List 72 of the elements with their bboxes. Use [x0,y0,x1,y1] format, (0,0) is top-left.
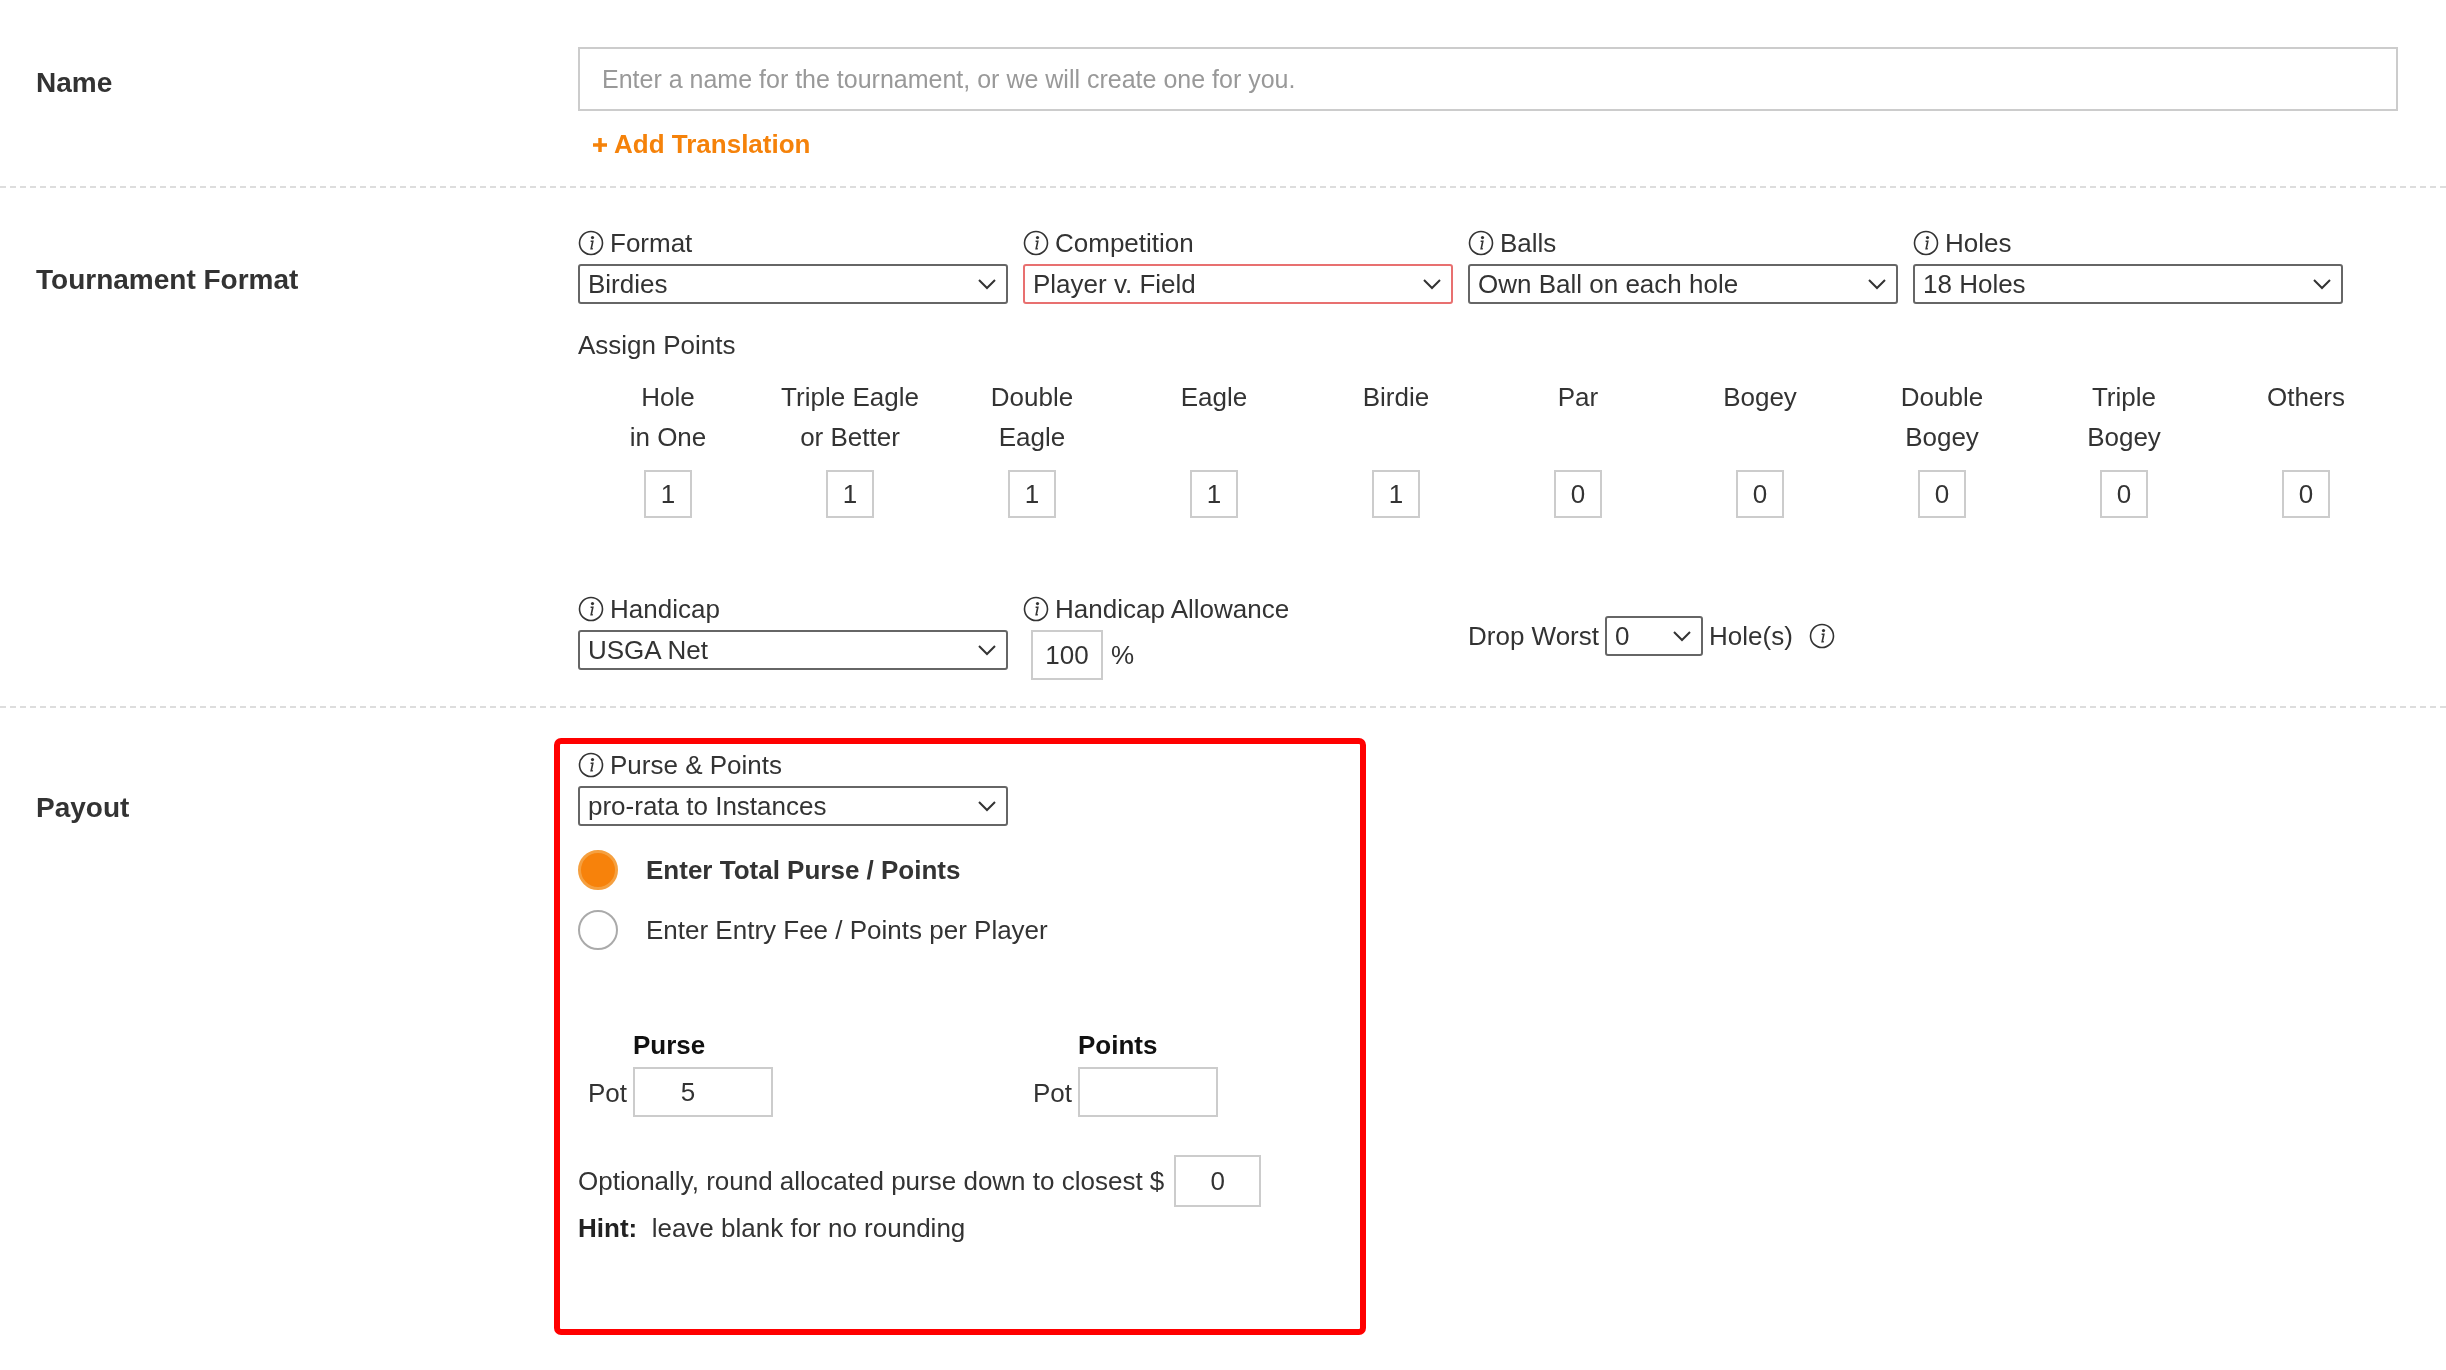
chevron-down-icon [978,644,996,656]
dropdown[interactable]: 18 Holes [1913,264,2343,304]
points-field[interactable]: 0 [2282,470,2330,518]
chevron-down-icon [2313,278,2331,290]
points-field[interactable]: 0 [1918,470,1966,518]
name-field[interactable]: Enter a name for the tournament, or we will create one for you. [578,47,2398,111]
points-field[interactable]: 0 [1736,470,1784,518]
radio-button[interactable] [578,850,618,890]
field-label: Optionally, round allocated purse down to closest $ [578,1165,1165,1197]
points-field[interactable]: 1 [1372,470,1420,518]
info-icon [1023,230,1049,256]
allowance-field[interactable]: 100 [1031,630,1103,680]
column-header: Double Bogey [1900,381,1984,454]
column-header: Birdie [1362,381,1430,414]
info-icon [1913,230,1939,256]
info-icon [578,596,604,622]
hint-text: Hint: leave blank for no rounding [578,1213,967,1244]
field-label: Pot [1033,1078,1073,1110]
dropdown[interactable]: 0 [1605,616,1703,656]
info-icon [1023,596,1049,622]
column-header: Par [1557,381,1599,414]
column-header: Bogey [1723,381,1797,414]
column-header: Points [1078,1030,1159,1061]
chevron-down-icon [978,278,996,290]
plus-icon [592,136,608,153]
field-label: Hole(s) [1709,620,1793,652]
points-field[interactable]: 1 [1008,470,1056,518]
chevron-down-icon [978,800,996,812]
field-label: Handicap [610,593,720,625]
info-icon [1468,230,1494,256]
field-label: Balls [1500,227,1557,259]
radio-label: Enter Total Purse / Points [646,854,961,886]
info-icon [1808,623,1835,649]
info-icon [578,230,604,256]
field-label: Format [610,227,693,259]
pot-field[interactable]: 5 [633,1067,774,1117]
section-label: Payout [36,792,130,824]
points-field[interactable]: 1 [826,470,874,518]
chevron-down-icon [1868,278,1886,290]
chevron-down-icon [1423,278,1441,290]
column-header: Triple Eagle or Better [781,381,919,454]
field-label: Holes [1945,227,2012,259]
column-header: Hole in One [629,381,707,454]
column-header: Purse [633,1030,707,1061]
field-label: Pot [588,1078,628,1110]
column-header: Others [2267,381,2345,414]
field-label: Handicap Allowance [1055,593,1290,625]
dropdown[interactable]: pro-rata to Instances [578,786,1008,826]
rounding-field[interactable]: 0 [1174,1155,1262,1207]
radio-button[interactable] [578,910,618,950]
column-header: Double Eagle [990,381,1074,454]
points-field[interactable]: 1 [1190,470,1238,518]
radio-label: Enter Entry Fee / Points per Player [646,914,1048,946]
section-label: Tournament Format [36,264,299,296]
field-label: Drop Worst [1468,620,1599,652]
field-label: Competition [1055,227,1194,259]
column-header: Triple Bogey [2087,381,2161,454]
points-field[interactable]: 0 [1554,470,1602,518]
unit-label: % [1111,639,1135,671]
points-field[interactable]: 0 [2100,470,2148,518]
dropdown[interactable]: Own Ball on each hole [1468,264,1898,304]
points-field[interactable]: 1 [644,470,692,518]
info-icon [578,752,604,778]
dropdown[interactable]: Player v. Field [1023,264,1453,304]
chevron-down-icon [1673,630,1691,642]
dropdown[interactable]: USGA Net [578,630,1008,670]
field-label: Purse & Points [610,749,782,781]
field-label: Assign Points [578,330,737,361]
column-header: Eagle [1180,381,1248,414]
dropdown[interactable]: Birdies [578,264,1008,304]
pot-field[interactable] [1078,1067,1219,1117]
section-label: Name [36,67,113,99]
